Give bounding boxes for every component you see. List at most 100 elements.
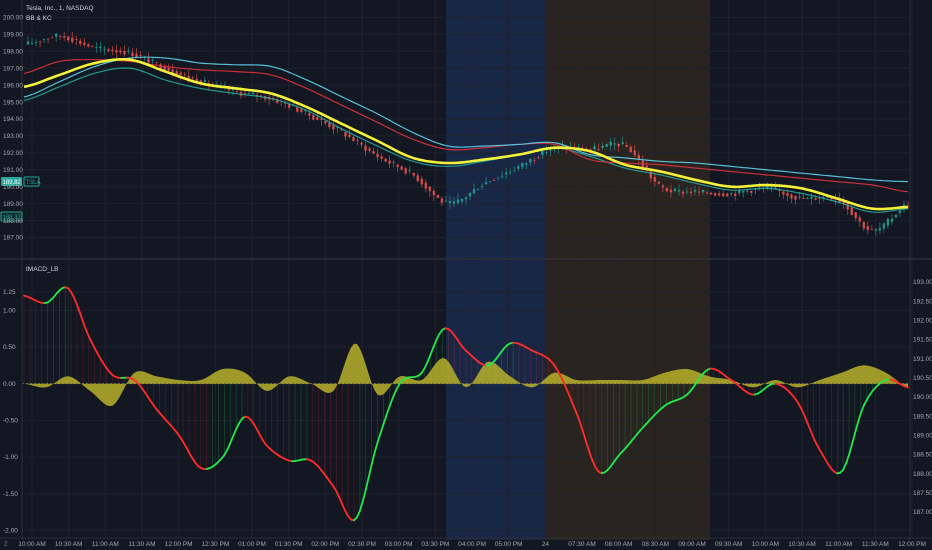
symbol-title[interactable]: Tesla, Inc., 1, NASDAQ [26,5,94,12]
candle-down [62,36,66,38]
candle-down [111,49,114,52]
candle-up [54,33,58,37]
candle-down [428,186,432,192]
candle-down [782,191,785,195]
time-axis-tick-label: 08:30 AM [642,541,669,548]
price-axis-tick-label: 191.00 [3,167,23,174]
session-shading-extended-hours [446,0,546,540]
candle-down [340,129,343,131]
candle-down [179,72,182,75]
candle-down [629,147,632,153]
candle-up [30,43,34,45]
candle-down [661,185,665,188]
candle-down [412,172,415,176]
candle-up [392,162,395,164]
candle-up [874,229,878,231]
candle-up [798,196,801,198]
candle-down [348,134,351,137]
time-axis-tick-label: 11:30 AM [129,541,156,548]
right-axis-tick-label: 187.50 [913,490,932,497]
candle-up [151,59,154,61]
candle-up [701,189,705,193]
candle-down [360,142,363,145]
candle-up [460,198,464,202]
candle-up [621,142,624,145]
candle-down [404,168,407,174]
candle-up [545,152,548,153]
price-axis-tick-label: 190.00 [3,184,23,191]
candle-up [806,197,809,199]
time-axis-tick-label: 04:00 PM [458,541,486,548]
time-axis-tick-label: 12:30 PM [201,541,229,548]
time-axis-tick-label: 12:00 PM [898,541,926,548]
candle-down [597,148,600,150]
candle-down [131,52,134,57]
candle-down [372,151,375,154]
timezone-corner-icon[interactable]: Z [4,542,8,548]
candle-up [525,163,528,165]
candle-down [697,191,701,193]
time-axis-tick-label: 02:00 PM [311,541,339,548]
candle-down [440,198,444,203]
candle-down [296,107,299,112]
candle-down [87,44,90,47]
candle-down [71,37,74,42]
right-axis-tick-label: 192.50 [913,298,932,305]
candle-up [251,92,255,95]
time-axis-tick-label: 11:00 AM [92,541,119,548]
candle-down [790,194,793,199]
candle-down [850,207,853,216]
candle-up [476,189,480,191]
candle-up [468,192,472,197]
candle-down [364,145,367,151]
time-axis-tick-label: 02:30 PM [348,541,376,548]
candle-down [750,190,753,193]
candle-down [235,91,239,92]
candle-down [183,74,186,76]
price-axis-tick-label: 193.00 [3,133,23,140]
candle-down [115,50,118,53]
candle-down [665,188,669,192]
price-axis-tick-label: 194.00 [3,116,23,123]
candle-up [894,214,898,218]
macd-axis-tick-label: 0.00 [3,381,16,388]
right-axis-tick-label: 191.50 [913,337,932,344]
candle-down [802,198,805,199]
candle-down [58,36,62,37]
candle-down [689,191,693,194]
candle-down [312,115,315,120]
price-axis-tick-label: 192.00 [3,150,23,157]
candle-down [191,77,194,79]
candle-up [444,200,448,202]
time-axis-tick-label: 03:00 PM [385,541,413,548]
candle-up [685,191,689,193]
candle-up [593,146,596,150]
indicator-tmacd-label[interactable]: tMACD_LB [26,266,59,273]
candle-down [424,182,428,189]
candle-down [139,55,142,56]
price-axis-tick-label: 188.00 [3,218,23,225]
candle-up [34,42,38,44]
candle-up [822,196,825,198]
candle-down [786,192,789,197]
price-axis-tick-label: 198.00 [3,48,23,55]
candle-down [119,50,122,53]
candle-down [308,113,311,116]
macd-axis-tick-label: 1.00 [3,308,16,315]
chart-stage: Tesla, Inc., 1, NASDAQ BB & KC tMACD_LB … [0,0,932,550]
candle-down [400,166,403,170]
candle-down [91,45,94,47]
candle-up [103,48,106,50]
time-axis-tick-label: 03:30 PM [421,541,449,548]
candle-up [742,191,745,193]
candle-down [617,144,620,147]
macd-axis-tick-label: -1.50 [3,491,18,498]
candle-up [730,193,733,195]
indicator-bb-kc-label[interactable]: BB & KC [26,15,52,22]
price-axis-tick-label: 196.00 [3,82,23,89]
session-shading-premarket [546,0,710,540]
candle-up [601,145,604,148]
candle-down [243,92,247,94]
candle-down [123,51,126,55]
candle-down [709,192,713,195]
